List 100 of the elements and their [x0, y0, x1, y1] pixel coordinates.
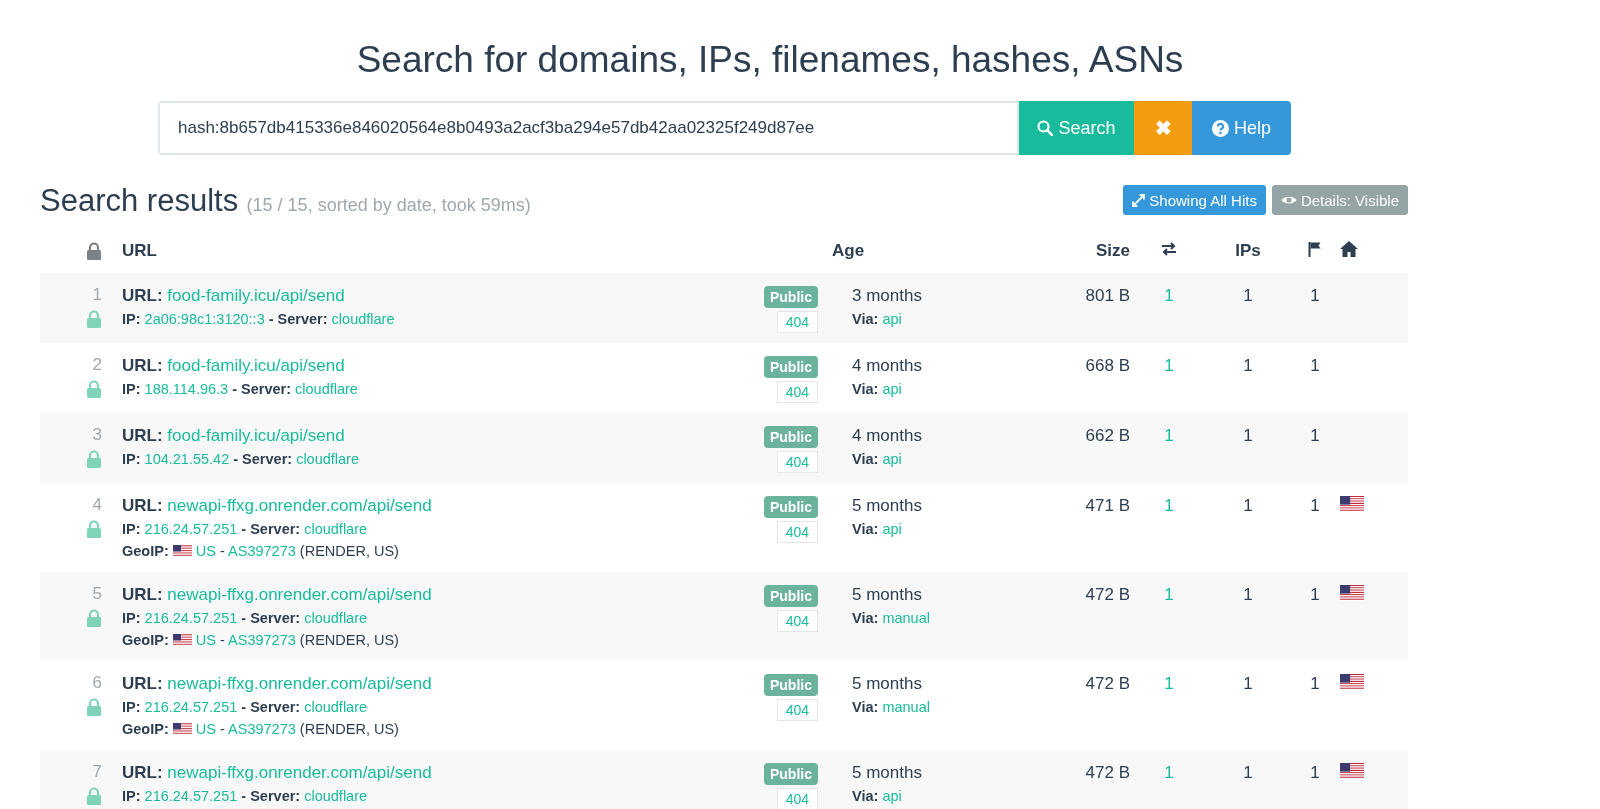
- field-label: IP:: [122, 788, 141, 804]
- ip-link[interactable]: 188.114.96.3: [144, 381, 229, 397]
- field-label: - Server:: [241, 699, 301, 715]
- status-badge: 404: [776, 451, 818, 473]
- flags-count: 1: [1310, 286, 1320, 305]
- visibility-badge: Public: [764, 674, 818, 696]
- status-badge: 404: [776, 610, 818, 632]
- search-button[interactable]: Search: [1019, 101, 1134, 155]
- status-badge: 404: [776, 521, 818, 543]
- field-label: - Server:: [241, 610, 301, 626]
- age-text: 5 months: [852, 762, 923, 784]
- age-text: 5 months: [852, 584, 923, 606]
- url-link[interactable]: newapi-ffxg.onrender.com/api/send: [167, 763, 432, 782]
- links-count[interactable]: 1: [1164, 585, 1174, 604]
- help-button[interactable]: Help: [1192, 101, 1291, 155]
- server-link[interactable]: cloudflare: [304, 521, 368, 537]
- ip-link[interactable]: 2a06:98c1:3120::3: [144, 311, 265, 327]
- asn-link[interactable]: AS397273: [228, 543, 296, 559]
- field-label: URL:: [122, 426, 163, 445]
- clear-button[interactable]: ✖: [1134, 101, 1192, 155]
- via-link[interactable]: manual: [882, 699, 930, 715]
- size-text: 471 B: [1085, 496, 1130, 515]
- field-label: URL:: [122, 585, 163, 604]
- column-header: IPs: [1235, 241, 1261, 260]
- links-count[interactable]: 1: [1164, 286, 1174, 305]
- via-link[interactable]: api: [882, 451, 902, 467]
- server-link[interactable]: cloudflare: [304, 610, 368, 626]
- eye-icon: [1280, 195, 1297, 205]
- server-link[interactable]: cloudflare: [296, 451, 359, 467]
- links-count[interactable]: 1: [1164, 763, 1174, 782]
- country-link[interactable]: US: [195, 543, 216, 559]
- server-link[interactable]: cloudflare: [331, 311, 395, 327]
- links-count[interactable]: 1: [1164, 496, 1174, 515]
- field-label: Via:: [852, 521, 879, 537]
- field-label: - Server:: [268, 311, 328, 327]
- separator: -: [220, 721, 225, 737]
- ip-link[interactable]: 104.21.55.42: [144, 451, 230, 467]
- separator: -: [220, 632, 225, 648]
- field-label: Via:: [852, 788, 879, 804]
- details-button[interactable]: Details: Visible: [1271, 185, 1408, 215]
- asn-link[interactable]: AS397273: [228, 721, 296, 737]
- status-badge: 404: [776, 788, 818, 809]
- row-number: 2: [92, 354, 102, 376]
- country-link[interactable]: US: [195, 632, 216, 648]
- visibility-badge: Public: [764, 356, 818, 378]
- server-link[interactable]: cloudflare: [304, 699, 368, 715]
- flag-icon: [1340, 585, 1364, 601]
- asn-link[interactable]: AS397273: [228, 632, 296, 648]
- lock-icon: [86, 698, 102, 716]
- server-link[interactable]: cloudflare: [304, 788, 368, 804]
- url-link[interactable]: newapi-ffxg.onrender.com/api/send: [167, 674, 432, 693]
- url-link[interactable]: food-family.icu/api/send: [167, 286, 345, 305]
- flag-icon: [172, 634, 192, 646]
- ip-link[interactable]: 216.24.57.251: [144, 610, 238, 626]
- links-count[interactable]: 1: [1164, 356, 1174, 375]
- url-link[interactable]: newapi-ffxg.onrender.com/api/send: [167, 585, 432, 604]
- url-link[interactable]: food-family.icu/api/send: [167, 426, 345, 445]
- field-label: URL:: [122, 356, 163, 375]
- asn-name: (RENDER, US): [299, 632, 399, 648]
- age-text: 4 months: [852, 355, 923, 377]
- via-link[interactable]: api: [882, 311, 902, 327]
- search-field[interactable]: hash:8b657db415336e846020564e8b0493a2acf3ba294e57db42aa02325f249d87ee: [158, 101, 1019, 155]
- ips-count: 1: [1243, 763, 1253, 782]
- server-link[interactable]: cloudflare: [295, 381, 358, 397]
- via-link[interactable]: api: [882, 788, 902, 804]
- age-text: 4 months: [852, 425, 923, 447]
- field-label: Via:: [852, 451, 879, 467]
- show-hits-button[interactable]: Showing All Hits: [1123, 185, 1266, 215]
- lock-icon: [86, 242, 102, 260]
- url-link[interactable]: newapi-ffxg.onrender.com/api/send: [167, 496, 432, 515]
- flags-count: 1: [1310, 585, 1320, 604]
- ip-link[interactable]: 216.24.57.251: [144, 521, 238, 537]
- status-badge: 404: [776, 311, 818, 333]
- visibility-badge: Public: [764, 496, 818, 518]
- ip-link[interactable]: 216.24.57.251: [144, 699, 238, 715]
- links-count[interactable]: 1: [1164, 426, 1174, 445]
- via-link[interactable]: api: [882, 521, 902, 537]
- links-count[interactable]: 1: [1164, 674, 1174, 693]
- search-icon: [1037, 120, 1054, 136]
- flags-count: 1: [1310, 496, 1320, 515]
- via-link[interactable]: api: [882, 381, 902, 397]
- field-label: Via:: [852, 381, 879, 397]
- page-title: Search for domains, IPs, filenames, hashes, ASNs: [355, 38, 1185, 82]
- row-number: 6: [92, 672, 102, 694]
- size-text: 668 B: [1085, 356, 1130, 375]
- lock-icon: [86, 310, 102, 328]
- row-number: 4: [92, 494, 102, 516]
- ip-link[interactable]: 216.24.57.251: [144, 788, 238, 804]
- field-label: IP:: [122, 311, 141, 327]
- column-header: Age: [832, 241, 865, 260]
- field-label: IP:: [122, 699, 141, 715]
- country-link[interactable]: US: [195, 721, 216, 737]
- flag-icon: [1340, 763, 1364, 779]
- field-label: Via:: [852, 699, 879, 715]
- via-link[interactable]: manual: [882, 610, 930, 626]
- exchange-icon: [1160, 242, 1178, 256]
- field-label: - Server:: [241, 521, 301, 537]
- field-label: - Server:: [241, 788, 301, 804]
- flag-icon: [1340, 674, 1364, 690]
- url-link[interactable]: food-family.icu/api/send: [167, 356, 345, 375]
